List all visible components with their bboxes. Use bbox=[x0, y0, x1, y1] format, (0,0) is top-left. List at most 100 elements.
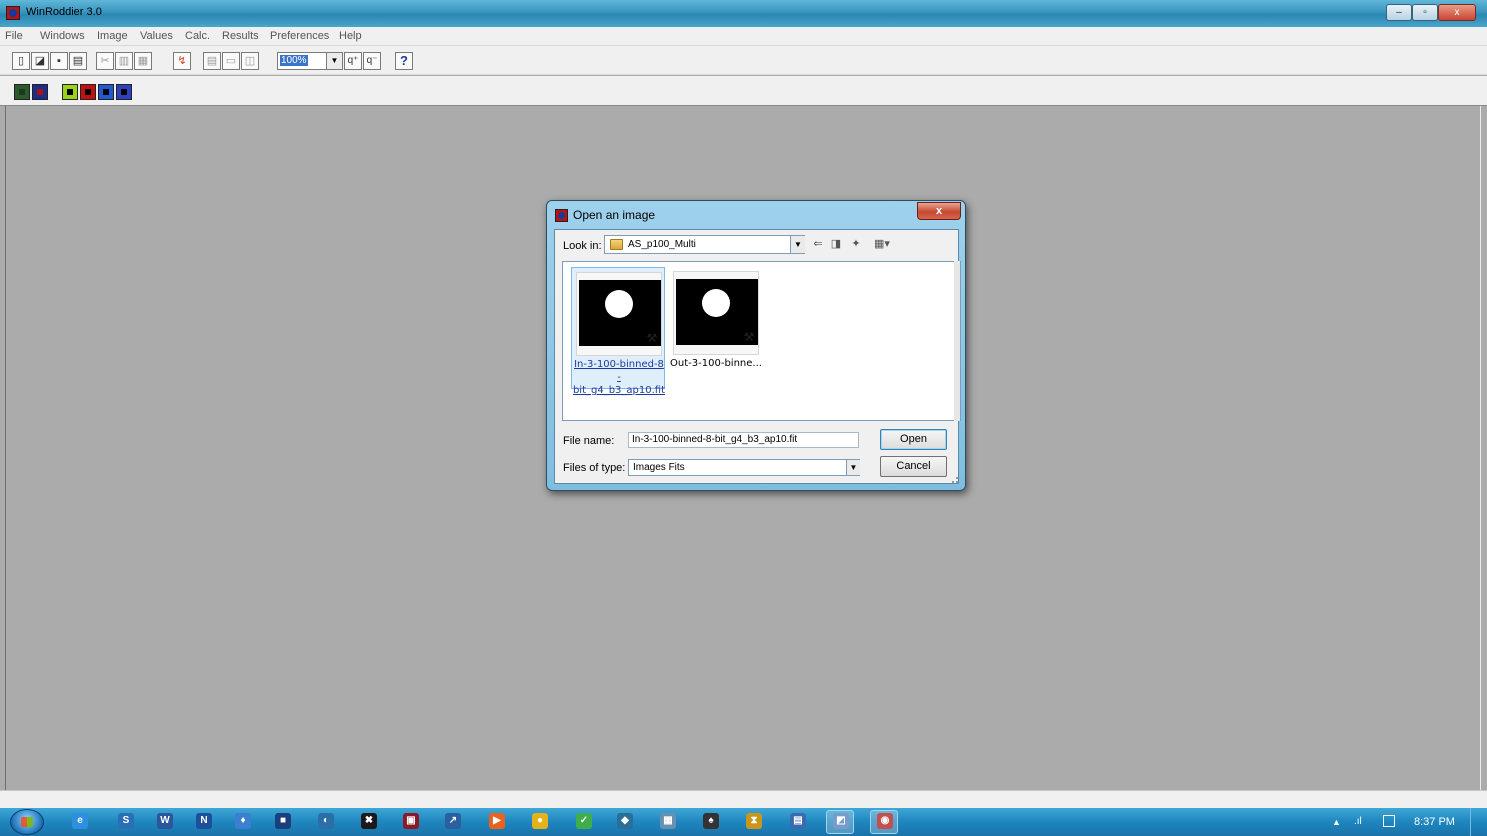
network-icon[interactable] bbox=[1383, 815, 1395, 827]
app-6-icon[interactable]: ■ bbox=[275, 813, 291, 829]
open-image-dialog: Open an image x Look in: AS_p100_Multi ▼… bbox=[546, 200, 966, 491]
folder-icon bbox=[610, 239, 623, 250]
paste-icon[interactable]: ▦ bbox=[134, 52, 152, 70]
file-thumbnail: ⚒ bbox=[576, 272, 662, 356]
save-icon[interactable]: ▪ bbox=[50, 52, 68, 70]
file-thumbnail: ⚒ bbox=[673, 271, 759, 355]
app-12-icon[interactable]: ● bbox=[532, 813, 548, 829]
minimize-button[interactable]: – bbox=[1386, 4, 1412, 21]
menu-calc[interactable]: Calc. bbox=[185, 30, 210, 42]
up-folder-icon[interactable]: ◨ bbox=[829, 238, 843, 251]
menu-windows[interactable]: Windows bbox=[40, 30, 85, 42]
media-player-icon[interactable]: ▶ bbox=[489, 813, 505, 829]
app-15-icon[interactable]: ▦ bbox=[660, 813, 676, 829]
tile-horizontal-icon[interactable]: ▭ bbox=[222, 52, 240, 70]
image-toolbar bbox=[0, 76, 1487, 106]
zoom-in-icon[interactable]: q⁺ bbox=[344, 52, 362, 70]
look-in-label: Look in: bbox=[563, 240, 602, 252]
menu-values[interactable]: Values bbox=[140, 30, 173, 42]
signal-icon[interactable]: .ıl bbox=[1354, 816, 1362, 827]
main-toolbar: ▯ ◪ ▪ ▤ ✂ ▥ ▦ ↯ ▤ ▭ ◫ 100% ▼ q⁺ q⁻ ? bbox=[0, 46, 1487, 75]
file-name-label: File name: bbox=[563, 435, 615, 447]
back-icon[interactable]: ⇐ bbox=[811, 238, 825, 251]
image-tool-4-icon[interactable] bbox=[80, 84, 96, 100]
menu-image[interactable]: Image bbox=[97, 30, 128, 42]
zoom-value: 100% bbox=[280, 55, 308, 66]
chevron-down-icon[interactable]: ▼ bbox=[790, 236, 805, 253]
tray-expand-icon[interactable]: ▲ bbox=[1332, 817, 1341, 827]
taskbar-active-highlight bbox=[826, 810, 854, 834]
zoom-select[interactable]: 100% ▼ bbox=[277, 52, 343, 70]
cut-icon[interactable]: ✂ bbox=[96, 52, 114, 70]
shortcut-badge-icon: ⚒ bbox=[743, 330, 755, 344]
status-bar bbox=[0, 790, 1487, 808]
disc-image-icon bbox=[702, 289, 730, 317]
app-8-icon[interactable]: ✖ bbox=[361, 813, 377, 829]
app-4-icon[interactable]: N bbox=[196, 813, 212, 829]
vertical-scrollbar[interactable] bbox=[954, 261, 960, 421]
new-folder-icon[interactable]: ✦ bbox=[849, 238, 863, 251]
taskbar-active-highlight bbox=[870, 810, 898, 834]
chevron-down-icon[interactable]: ▼ bbox=[326, 53, 342, 69]
dialog-close-button[interactable]: x bbox=[917, 202, 961, 220]
app-5-icon[interactable]: ♦ bbox=[235, 813, 251, 829]
menu-results[interactable]: Results bbox=[222, 30, 259, 42]
dialog-body: Look in: AS_p100_Multi ▼ ⇐ ◨ ✦ ▦▾ ⚒ In-3… bbox=[554, 229, 961, 484]
image-tool-2-icon[interactable] bbox=[32, 84, 48, 100]
app-10-icon[interactable]: ↗ bbox=[445, 813, 461, 829]
menu-preferences[interactable]: Preferences bbox=[270, 30, 329, 42]
close-button[interactable]: x bbox=[1438, 4, 1476, 21]
cancel-button[interactable]: Cancel bbox=[880, 456, 947, 477]
app-7-icon[interactable]: ◐ bbox=[318, 813, 334, 829]
disc-image-icon bbox=[605, 290, 633, 318]
show-desktop-button[interactable] bbox=[1470, 808, 1487, 836]
maximize-button[interactable]: ▫ bbox=[1412, 4, 1438, 21]
file-name-input[interactable]: In-3-100-binned-8-bit_g4_b3_ap10.fit bbox=[628, 432, 859, 448]
app-16-icon[interactable]: ♠ bbox=[703, 813, 719, 829]
menu-file[interactable]: File bbox=[5, 30, 23, 42]
word-icon[interactable]: W bbox=[157, 813, 173, 829]
dialog-app-icon bbox=[555, 209, 568, 222]
app-17-icon[interactable]: ⧗ bbox=[746, 813, 762, 829]
help-icon[interactable]: ? bbox=[395, 52, 413, 70]
files-of-type-select[interactable]: Images Fits ▼ bbox=[628, 459, 860, 476]
start-button[interactable] bbox=[10, 809, 44, 835]
tile-vertical-icon[interactable]: ◫ bbox=[241, 52, 259, 70]
file-item-out[interactable]: ⚒ Out-3-100-binne... bbox=[669, 267, 763, 389]
app-18-icon[interactable]: ▤ bbox=[790, 813, 806, 829]
image-tool-3-icon[interactable] bbox=[62, 84, 78, 100]
app-13-icon[interactable]: ✓ bbox=[576, 813, 592, 829]
ie-icon[interactable]: e bbox=[72, 813, 88, 829]
files-of-type-label: Files of type: bbox=[563, 462, 626, 474]
open-icon[interactable]: ◪ bbox=[31, 52, 49, 70]
winroddier-app-icon[interactable] bbox=[6, 6, 20, 20]
file-item-in[interactable]: ⚒ In-3-100-binned-8 -bit_g4_b3_ap10.fit bbox=[571, 267, 665, 396]
taskbar: e S W N ♦ ■ ◐ ✖ ▣ ↗ ▶ ● ✓ ◆ ▦ ♠ ⧗ ▤ ◩ ◉ ▲ .ıl 8:37 PM bbox=[0, 808, 1487, 836]
refresh-icon[interactable]: ↯ bbox=[173, 52, 191, 70]
new-icon[interactable]: ▯ bbox=[12, 52, 30, 70]
look-in-value: AS_p100_Multi bbox=[628, 239, 696, 250]
copy-icon[interactable]: ▥ bbox=[115, 52, 133, 70]
file-list[interactable]: ⚒ In-3-100-binned-8 -bit_g4_b3_ap10.fit ⚒… bbox=[562, 261, 961, 421]
title-bar: WinRoddier 3.0 – ▫ x bbox=[0, 0, 1487, 27]
image-tool-1-icon[interactable] bbox=[14, 84, 30, 100]
open-button[interactable]: Open bbox=[880, 429, 947, 450]
app-2-icon[interactable]: S bbox=[118, 813, 134, 829]
clock[interactable]: 8:37 PM bbox=[1414, 816, 1455, 828]
menu-bar: File Windows Image Values Calc. Results … bbox=[0, 27, 1487, 46]
look-in-combo[interactable]: AS_p100_Multi ▼ bbox=[604, 235, 805, 254]
tile-icon[interactable]: ▤ bbox=[203, 52, 221, 70]
resize-grip[interactable] bbox=[952, 477, 958, 483]
image-tool-6-icon[interactable] bbox=[116, 84, 132, 100]
menu-help[interactable]: Help bbox=[339, 30, 362, 42]
shortcut-badge-icon: ⚒ bbox=[646, 331, 658, 345]
zoom-out-icon[interactable]: q⁻ bbox=[363, 52, 381, 70]
app-9-icon[interactable]: ▣ bbox=[403, 813, 419, 829]
app-14-icon[interactable]: ◆ bbox=[617, 813, 633, 829]
print-icon[interactable]: ▤ bbox=[69, 52, 87, 70]
file-name-label: Out-3-100-binne... bbox=[670, 358, 762, 369]
dialog-title: Open an image bbox=[573, 208, 656, 222]
chevron-down-icon[interactable]: ▼ bbox=[846, 460, 860, 475]
image-tool-5-icon[interactable] bbox=[98, 84, 114, 100]
view-menu-icon[interactable]: ▦▾ bbox=[869, 238, 895, 251]
